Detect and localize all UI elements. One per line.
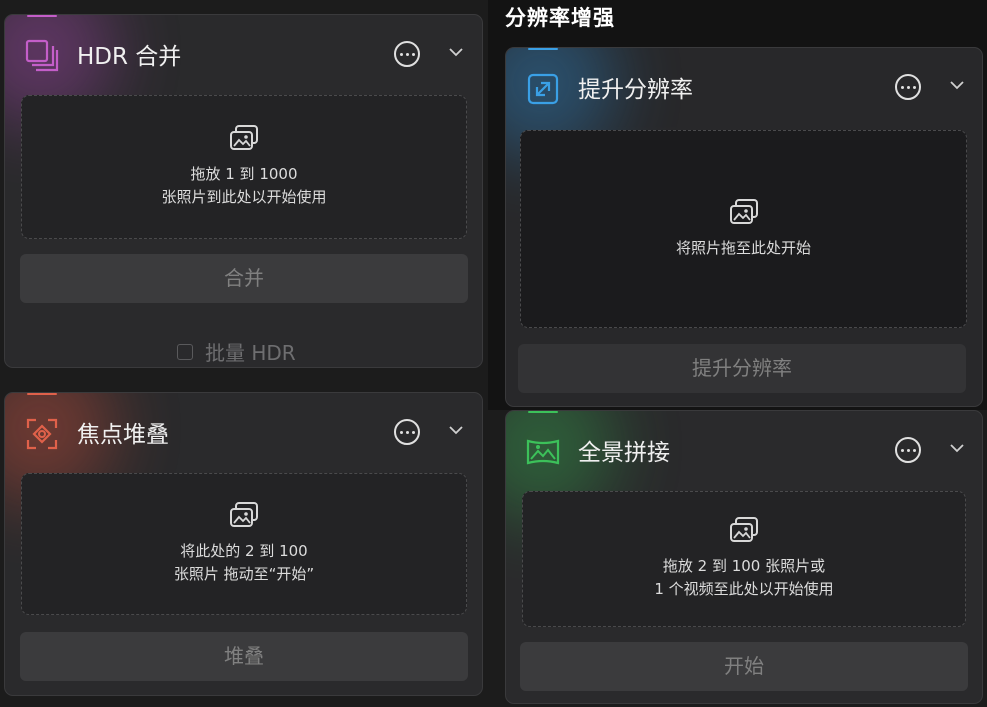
more-options-icon[interactable] — [895, 437, 921, 463]
chevron-down-icon[interactable] — [950, 441, 964, 455]
photo-drop-zone[interactable]: 拖放 1 到 1000 张照片到此处以开始使用 — [21, 95, 467, 239]
drop-zone-text: 拖放 1 到 1000 张照片到此处以开始使用 — [161, 165, 327, 206]
more-options-icon[interactable] — [394, 419, 420, 445]
panorama-card: 全景拼接 拖放 2 到 100 张照片或 1 个视频至此处以开始使用 开始 — [505, 410, 983, 704]
expand-arrow-icon — [526, 72, 560, 106]
photo-drop-zone[interactable]: 拖放 2 到 100 张照片或 1 个视频至此处以开始使用 — [522, 491, 966, 627]
batch-hdr-checkbox[interactable] — [177, 343, 193, 360]
upscale-card: 提升分辨率 将照片拖至此处开始 提升分辨率 — [505, 47, 983, 407]
upscale-button[interactable]: 提升分辨率 — [518, 344, 966, 393]
photo-drop-zone[interactable]: 将照片拖至此处开始 — [520, 130, 967, 328]
chevron-down-icon[interactable] — [950, 78, 964, 92]
chevron-down-icon[interactable] — [449, 423, 463, 437]
stacked-squares-icon — [25, 39, 59, 73]
image-icon — [730, 517, 758, 542]
card-header: 焦点堆叠 — [5, 393, 482, 465]
drop-zone-text: 将照片拖至此处开始 — [675, 238, 811, 257]
card-title: HDR 合并 — [77, 44, 182, 70]
photo-drop-zone[interactable]: 将此处的 2 到 100 张照片 拖动至“开始” — [21, 473, 467, 615]
card-header: 提升分辨率 — [506, 48, 982, 120]
more-options-icon[interactable] — [394, 41, 420, 67]
more-options-icon[interactable] — [895, 74, 921, 100]
card-title: 全景拼接 — [578, 440, 670, 466]
merge-button[interactable]: 合并 — [20, 254, 468, 303]
image-icon — [230, 502, 258, 527]
card-title: 提升分辨率 — [578, 77, 693, 103]
focus-stack-card: 焦点堆叠 将此处的 2 到 100 张照片 拖动至“开始” 堆叠 — [4, 392, 483, 696]
image-icon — [729, 198, 758, 224]
section-title: 分辨率增强 — [505, 6, 615, 30]
focus-target-icon — [25, 417, 59, 451]
drop-zone-text: 拖放 2 到 100 张照片或 1 个视频至此处以开始使用 — [654, 557, 834, 598]
hdr-merge-card: HDR 合并 拖放 1 到 1000 张照片到此处以开始使用 合并 批量 HDR — [4, 14, 483, 368]
card-header: HDR 合并 — [5, 15, 482, 87]
card-header: 全景拼接 — [506, 411, 982, 483]
drop-zone-text: 将此处的 2 到 100 张照片 拖动至“开始” — [173, 542, 315, 583]
start-button[interactable]: 开始 — [520, 642, 968, 691]
card-title: 焦点堆叠 — [77, 422, 169, 448]
panorama-icon — [526, 435, 560, 469]
batch-hdr-option: 批量 HDR — [177, 337, 296, 366]
image-icon — [230, 125, 258, 150]
batch-hdr-label: 批量 HDR — [205, 341, 296, 365]
stack-button[interactable]: 堆叠 — [20, 632, 468, 681]
chevron-down-icon[interactable] — [449, 45, 463, 59]
